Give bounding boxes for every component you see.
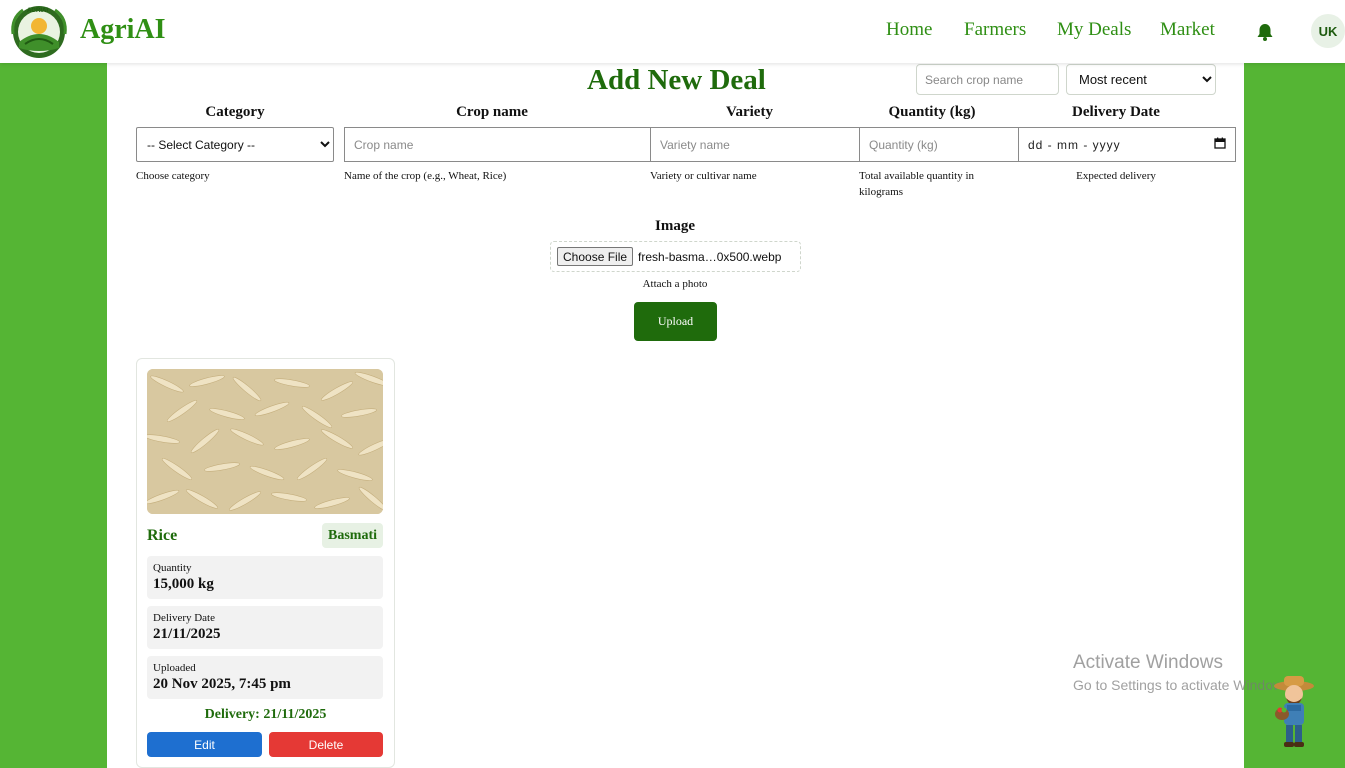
delivery-date-info-value: 21/11/2025	[153, 626, 221, 642]
delivery-date-info-label: Delivery Date	[153, 612, 215, 624]
quantity-info-label: Quantity	[153, 562, 192, 574]
farmer-mascot-icon[interactable]	[1270, 672, 1318, 750]
nav-my-deals[interactable]: My Deals	[1057, 19, 1131, 41]
brand-name[interactable]: AgriAI	[80, 14, 166, 46]
uploaded-info-label: Uploaded	[153, 662, 196, 674]
bell-icon[interactable]	[1254, 21, 1276, 43]
uploaded-info-value: 20 Nov 2025, 7:45 pm	[153, 676, 291, 692]
crop-image	[147, 369, 383, 514]
nav-home[interactable]: Home	[886, 19, 932, 41]
crop-name: Rice	[147, 527, 178, 544]
choose-file-button[interactable]: Choose File	[557, 247, 634, 266]
uploaded-info: Uploaded 20 Nov 2025, 7:45 pm	[147, 656, 383, 699]
delivery-date-info: Delivery Date 21/11/2025	[147, 606, 383, 649]
variety-input[interactable]	[650, 127, 860, 162]
quantity-hint: Total available quantity in kilograms	[859, 170, 975, 198]
search-input[interactable]	[916, 64, 1059, 95]
date-value: dd - mm - yyyy	[1028, 137, 1121, 152]
crop-name-input[interactable]	[344, 127, 651, 162]
quantity-label: Quantity (kg)	[888, 104, 976, 120]
quantity-info: Quantity 15,000 kg	[147, 556, 383, 599]
activate-windows-subtitle: Go to Settings to activate Windows.	[1073, 677, 1294, 693]
nav-market[interactable]: Market	[1160, 19, 1215, 41]
user-avatar[interactable]: UK	[1311, 14, 1345, 48]
category-hint: Choose category	[136, 170, 210, 182]
nav-farmers[interactable]: Farmers	[964, 19, 1026, 41]
variety-label: Variety	[726, 104, 773, 120]
delivery-date-label: Delivery Date	[1072, 104, 1160, 120]
file-name: fresh-basma…0x500.webp	[638, 249, 782, 264]
delivery-date-hint: Expected delivery	[1076, 170, 1156, 182]
edit-button[interactable]: Edit	[147, 732, 262, 757]
logo-text: AGRIAI	[27, 8, 48, 14]
variety-hint: Variety or cultivar name	[650, 170, 757, 182]
image-label: Image	[655, 218, 695, 234]
upload-button[interactable]: Upload	[634, 302, 717, 341]
quantity-info-value: 15,000 kg	[153, 576, 214, 592]
quantity-input[interactable]	[859, 127, 1019, 162]
calendar-icon[interactable]	[1214, 137, 1226, 152]
variety-badge: Basmati	[322, 523, 383, 548]
sort-select[interactable]: Most recent	[1066, 64, 1216, 95]
file-input[interactable]: Choose File fresh-basma…0x500.webp	[550, 241, 801, 272]
page-title: Add New Deal	[587, 64, 766, 96]
activate-windows-title: Activate Windows	[1073, 652, 1223, 673]
agriai-logo[interactable]: AGRIAI	[7, 4, 71, 60]
category-label: Category	[205, 104, 265, 120]
delete-button[interactable]: Delete	[269, 732, 383, 757]
crop-name-label: Crop name	[456, 104, 528, 120]
image-hint: Attach a photo	[642, 278, 708, 290]
top-navbar: AGRIAI AgriAI Home Farmers My Deals Mark…	[0, 0, 1345, 63]
deal-card: Rice Basmati Quantity 15,000 kg Delivery…	[136, 358, 395, 768]
delivery-date-input[interactable]: dd - mm - yyyy	[1018, 127, 1236, 162]
category-select[interactable]: -- Select Category --	[136, 127, 334, 162]
delivery-summary: Delivery: 21/11/2025	[204, 707, 327, 722]
crop-name-hint: Name of the crop (e.g., Wheat, Rice)	[344, 170, 507, 182]
